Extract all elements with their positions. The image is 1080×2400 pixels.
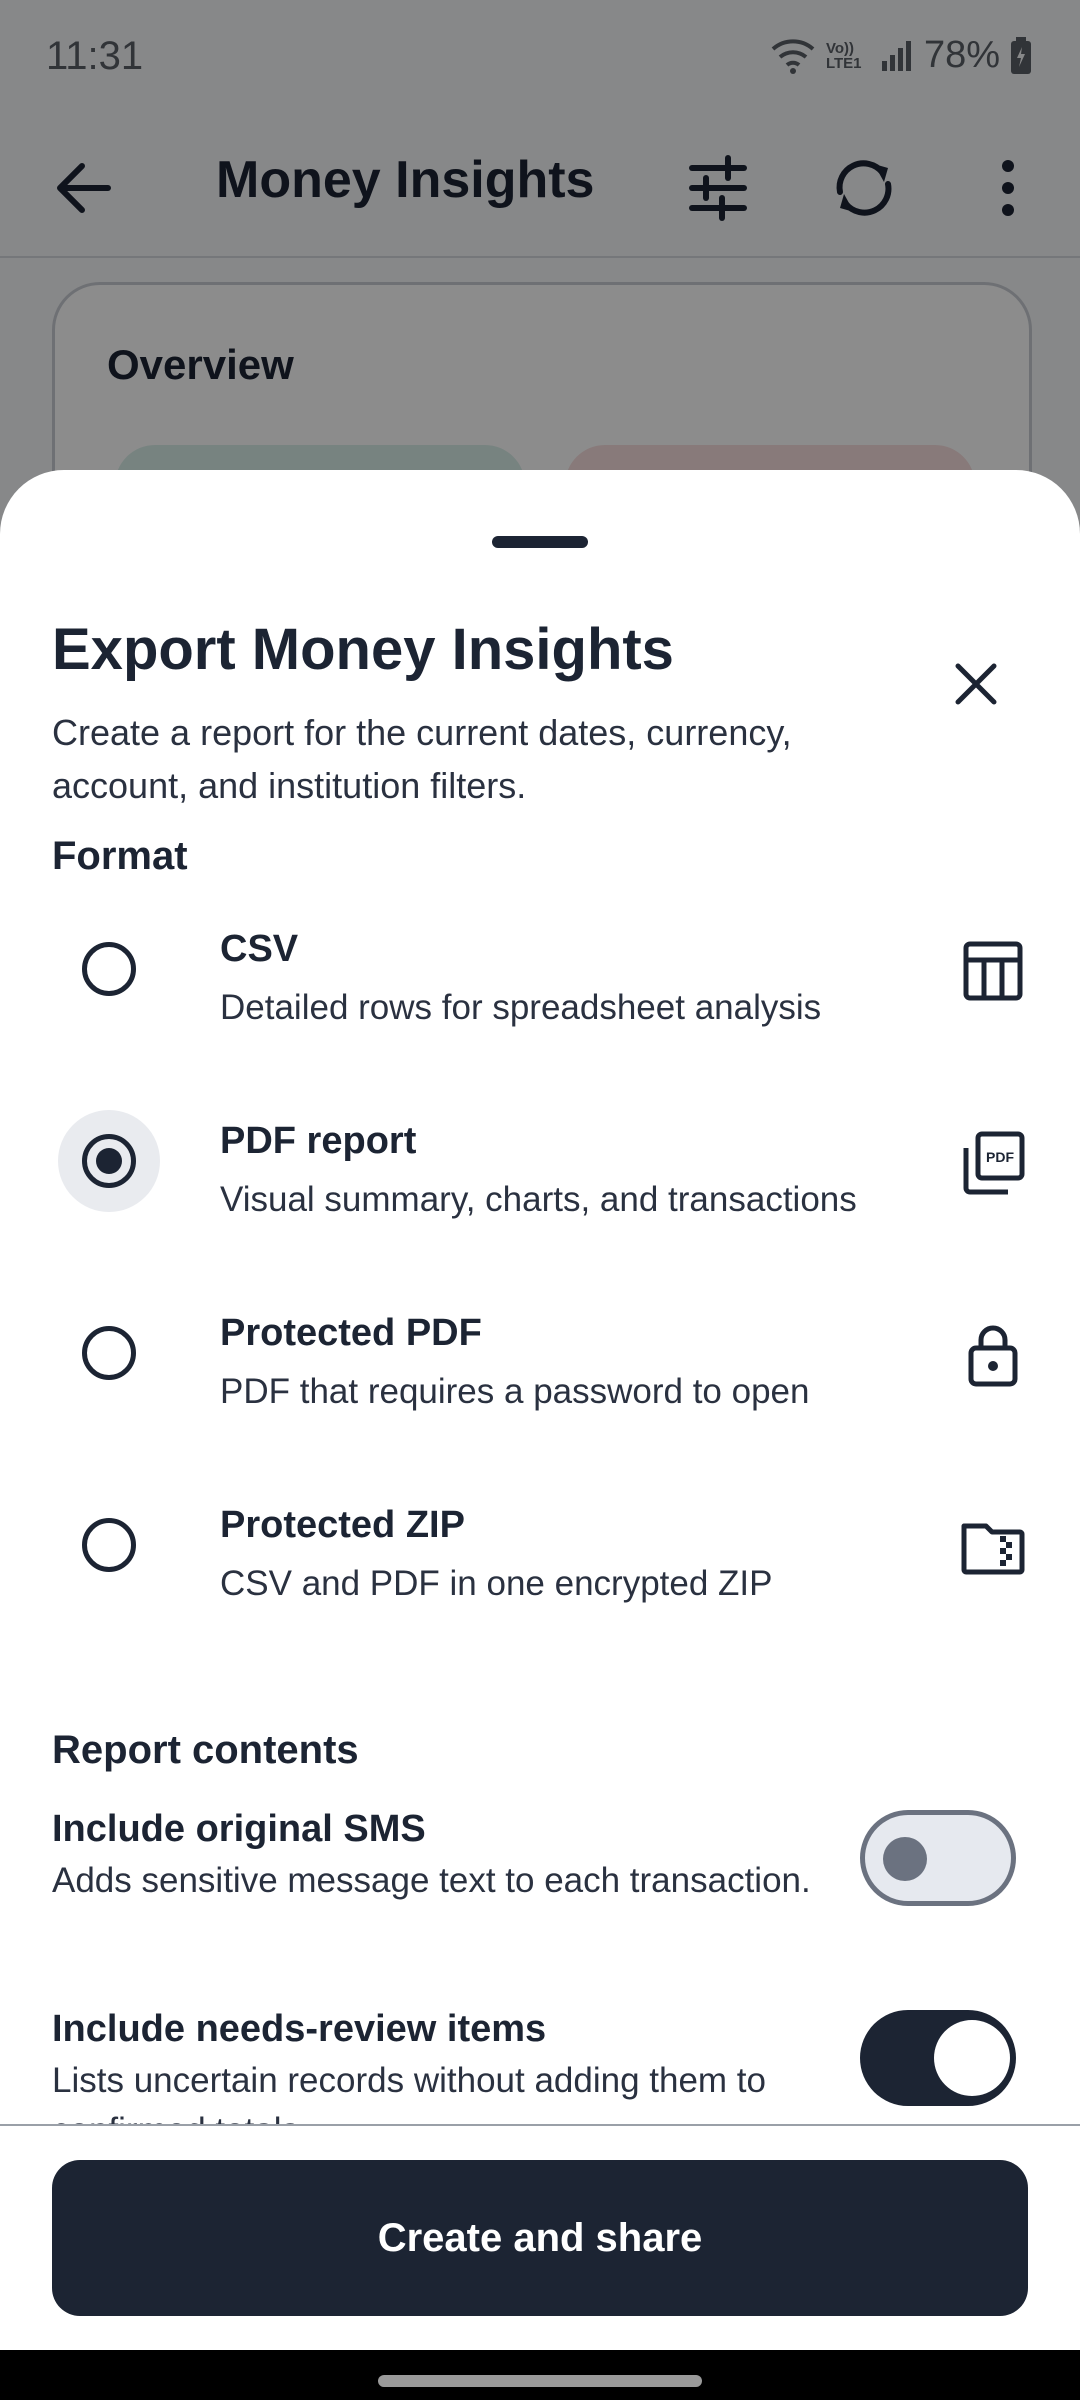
radio-button-selected[interactable] bbox=[82, 1134, 136, 1188]
format-option-protected-pdf[interactable]: Protected PDF PDF that requires a passwo… bbox=[0, 1270, 1080, 1462]
radio-button[interactable] bbox=[82, 1326, 136, 1380]
option-title: Protected ZIP bbox=[220, 1504, 465, 1546]
switch-knob bbox=[934, 2020, 1010, 2096]
option-title: PDF report bbox=[220, 1120, 417, 1162]
option-subtitle: Visual summary, charts, and transactions bbox=[220, 1180, 857, 1219]
include-needs-review-switch[interactable] bbox=[860, 2010, 1016, 2106]
drag-handle[interactable] bbox=[492, 536, 588, 548]
option-subtitle: Detailed rows for spreadsheet analysis bbox=[220, 988, 822, 1027]
close-icon[interactable] bbox=[940, 648, 1012, 720]
toggle-title: Include original SMS bbox=[52, 1808, 426, 1850]
radio-button[interactable] bbox=[82, 1518, 136, 1572]
radio-button[interactable] bbox=[82, 942, 136, 996]
option-title: CSV bbox=[220, 928, 299, 970]
report-contents-label: Report contents bbox=[52, 1728, 359, 1772]
table-icon bbox=[958, 936, 1028, 1006]
format-option-protected-zip[interactable]: Protected ZIP CSV and PDF in one encrypt… bbox=[0, 1462, 1080, 1654]
format-section-label: Format bbox=[52, 834, 188, 878]
sheet-title: Export Money Insights bbox=[52, 617, 674, 682]
pdf-icon: PDF bbox=[958, 1128, 1028, 1198]
option-subtitle: CSV and PDF in one encrypted ZIP bbox=[220, 1564, 773, 1603]
format-option-pdf-report[interactable]: PDF report Visual summary, charts, and t… bbox=[0, 1078, 1080, 1270]
format-option-csv[interactable]: CSV Detailed rows for spreadsheet analys… bbox=[0, 886, 1080, 1078]
export-bottom-sheet: Export Money Insights Create a report fo… bbox=[0, 470, 1080, 2350]
system-nav-bar bbox=[0, 2350, 1080, 2400]
toggle-subtitle: Adds sensitive message text to each tran… bbox=[52, 1861, 811, 1900]
zip-folder-icon bbox=[958, 1512, 1028, 1582]
option-title: Protected PDF bbox=[220, 1312, 482, 1354]
gesture-handle[interactable] bbox=[378, 2375, 702, 2387]
create-and-share-button[interactable]: Create and share bbox=[52, 2160, 1028, 2316]
sheet-footer: Create and share bbox=[0, 2124, 1080, 2352]
sheet-description: Create a report for the current dates, c… bbox=[52, 712, 792, 806]
include-sms-switch[interactable] bbox=[860, 1810, 1016, 1906]
svg-text:PDF: PDF bbox=[986, 1149, 1014, 1165]
option-subtitle: PDF that requires a password to open bbox=[220, 1372, 810, 1411]
lock-icon bbox=[958, 1320, 1028, 1390]
toggle-title: Include needs-review items bbox=[52, 2008, 547, 2050]
switch-knob bbox=[883, 1837, 927, 1881]
